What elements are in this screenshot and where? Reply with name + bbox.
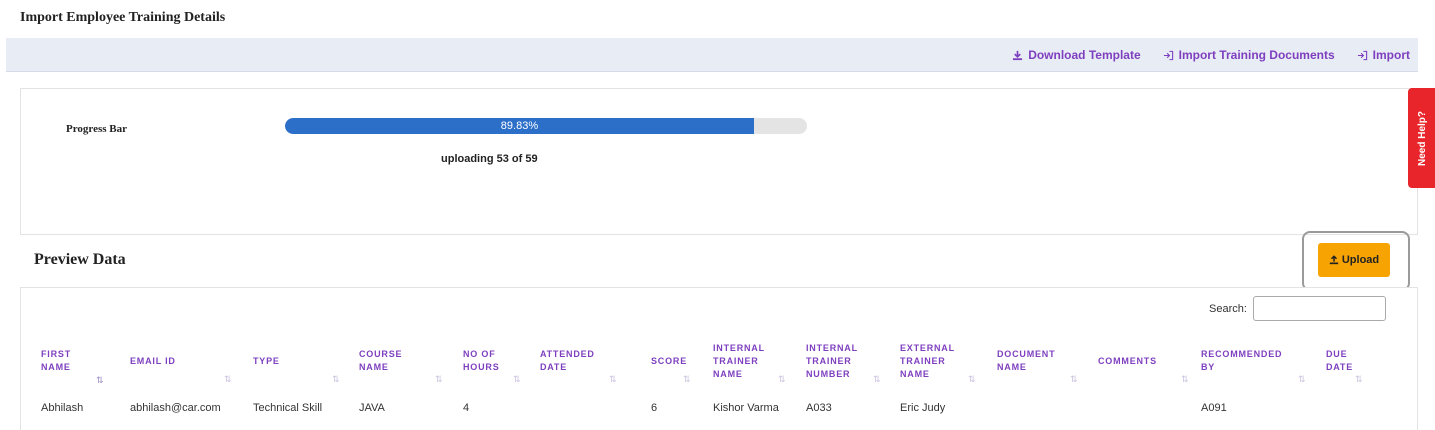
column-header-external-trainer-name[interactable]: EXTERNAL TRAINER NAME xyxy=(900,335,955,387)
table-cell: abhilash@car.com xyxy=(130,402,221,414)
table-cell: Technical Skill xyxy=(253,402,323,414)
import-link[interactable]: Import xyxy=(1357,48,1410,62)
search-input[interactable] xyxy=(1253,296,1386,321)
sort-icon[interactable]: ⇅ xyxy=(435,374,442,385)
column-header-label: DUE DATE xyxy=(1326,349,1354,372)
upload-button[interactable]: Upload xyxy=(1318,243,1390,277)
sort-icon[interactable]: ⇅ xyxy=(683,374,690,385)
need-help-tab[interactable]: Need Help? xyxy=(1408,88,1435,188)
search-label: Search: xyxy=(1209,303,1247,315)
table-cell: JAVA xyxy=(359,402,385,414)
column-header-label: RECOMMENDED BY xyxy=(1201,349,1283,372)
sort-icon[interactable]: ⇅ xyxy=(224,374,231,385)
column-header-document-name[interactable]: DOCUMENT NAME xyxy=(997,335,1055,387)
sort-icon[interactable]: ⇅ xyxy=(873,374,880,385)
page-title: Import Employee Training Details xyxy=(20,10,226,25)
column-header-internal-trainer-number[interactable]: INTERNAL TRAINER NUMBER xyxy=(806,335,858,387)
column-header-label: NO OF HOURS xyxy=(463,349,500,372)
sign-in-icon xyxy=(1357,50,1367,60)
column-header-internal-trainer-name[interactable]: INTERNAL TRAINER NAME xyxy=(713,335,765,387)
column-header-first-name[interactable]: FIRST NAME xyxy=(41,335,71,387)
table-cell: A033 xyxy=(806,402,832,414)
sign-in-icon xyxy=(1163,50,1173,60)
sort-icon[interactable]: ⇅ xyxy=(1355,374,1362,385)
sort-icon[interactable]: ⇅ xyxy=(1181,374,1188,385)
progress-percent: 89.83% xyxy=(500,120,539,132)
column-header-no-of-hours[interactable]: NO OF HOURS xyxy=(463,335,500,387)
toolbar: Download Template Import Training Docume… xyxy=(6,38,1418,72)
download-template-label: Download Template xyxy=(1028,48,1141,62)
progress-bar: 89.83% xyxy=(285,118,807,134)
column-header-score[interactable]: SCORE xyxy=(651,335,687,387)
download-template-link[interactable]: Download Template xyxy=(1012,48,1141,62)
progress-fill: 89.83% xyxy=(285,118,754,134)
column-header-attended-date[interactable]: ATTENDED DATE xyxy=(540,335,595,387)
column-header-comments[interactable]: COMMENTS xyxy=(1098,335,1157,387)
column-header-email-id[interactable]: EMAIL ID xyxy=(130,335,176,387)
column-header-label: DOCUMENT NAME xyxy=(997,349,1056,372)
column-header-label: COMMENTS xyxy=(1098,355,1157,366)
table-cell: 6 xyxy=(651,402,658,414)
table-cell: Abhilash xyxy=(41,402,84,414)
import-training-documents-label: Import Training Documents xyxy=(1178,48,1335,62)
table-cell: 4 xyxy=(463,402,470,414)
column-header-label: FIRST NAME xyxy=(41,349,71,372)
column-header-label: EXTERNAL TRAINER NAME xyxy=(900,342,955,379)
upload-label: Upload xyxy=(1341,254,1380,266)
progress-panel: Progress Bar 89.83% uploading 53 of 59 xyxy=(20,88,1418,235)
progress-label: Progress Bar xyxy=(66,123,127,135)
import-label: Import xyxy=(1372,48,1410,62)
progress-status: uploading 53 of 59 xyxy=(441,153,538,165)
table-cell: Eric Judy xyxy=(900,402,946,414)
column-header-label: ATTENDED DATE xyxy=(540,349,595,372)
sort-icon[interactable]: ⇅ xyxy=(778,374,785,385)
sort-icon[interactable]: ⇅ xyxy=(609,374,616,385)
column-header-due-date[interactable]: DUE DATE xyxy=(1326,335,1353,387)
sort-icon[interactable]: ⇅ xyxy=(513,374,520,385)
column-header-label: SCORE xyxy=(651,355,688,366)
column-header-type[interactable]: TYPE xyxy=(253,335,280,387)
upload-icon xyxy=(1329,255,1339,265)
sort-icon[interactable]: ⇅ xyxy=(332,374,339,385)
column-header-label: INTERNAL TRAINER NUMBER xyxy=(806,342,858,379)
sort-icon[interactable]: ⇅ xyxy=(968,374,975,385)
column-header-label: COURSE NAME xyxy=(359,349,403,372)
column-header-recommended-by[interactable]: RECOMMENDED BY xyxy=(1201,335,1282,387)
import-training-documents-link[interactable]: Import Training Documents xyxy=(1163,48,1335,62)
column-header-label: INTERNAL TRAINER NAME xyxy=(713,342,765,379)
column-header-course-name[interactable]: COURSE NAME xyxy=(359,335,402,387)
need-help-label: Need Help? xyxy=(1416,110,1428,166)
column-header-label: EMAIL ID xyxy=(130,355,176,366)
preview-data-title: Preview Data xyxy=(34,251,126,268)
table-cell: A091 xyxy=(1201,402,1227,414)
sort-icon[interactable]: ⇅ xyxy=(96,375,103,386)
sort-icon[interactable]: ⇅ xyxy=(1298,374,1305,385)
download-icon xyxy=(1013,50,1023,60)
preview-table-panel: Search: FIRST NAME ⇅ EMAIL ID ⇅ TYPE ⇅ COURSE … xyxy=(20,287,1418,430)
sort-icon[interactable]: ⇅ xyxy=(1070,374,1077,385)
column-header-label: TYPE xyxy=(253,355,280,366)
table-cell: Kishor Varma xyxy=(713,402,779,414)
